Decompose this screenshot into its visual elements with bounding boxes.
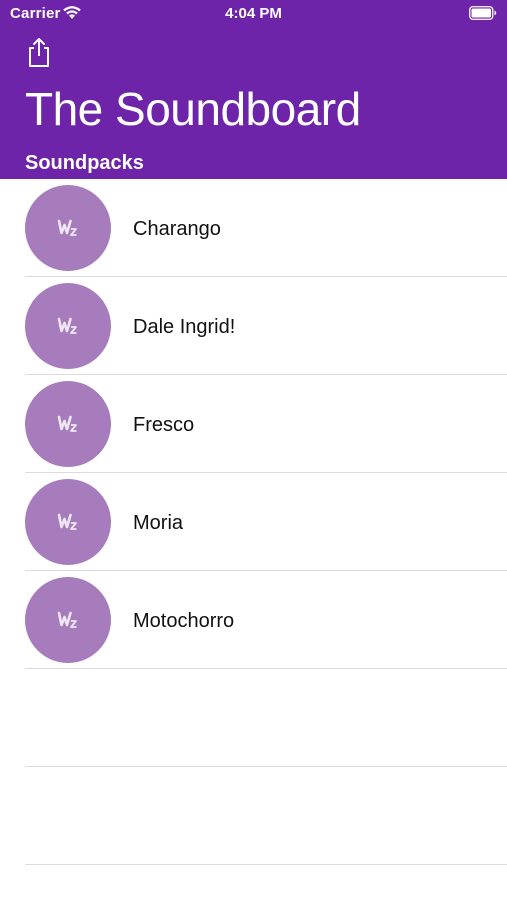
soundpack-name: Charango (133, 218, 221, 240)
avatar (25, 185, 111, 271)
wz-logo-icon (57, 611, 77, 628)
avatar (25, 283, 111, 369)
wz-logo-icon (57, 219, 77, 236)
soundboard-screen: Carrier 4:04 PM The Soundboard Soundpack… (0, 0, 507, 900)
avatar (25, 381, 111, 467)
divider (25, 864, 507, 865)
wz-logo-icon (57, 415, 77, 432)
soundpack-name: Moria (133, 512, 184, 534)
header: Carrier 4:04 PM The Soundboard Soundpack… (0, 0, 507, 179)
soundpack-name: Fresco (133, 414, 195, 436)
wz-logo-icon (57, 317, 77, 334)
avatar (25, 479, 111, 565)
battery-icon (469, 6, 497, 20)
soundpack-item-motochorro[interactable]: Motochorro (0, 571, 507, 669)
soundpack-name: Dale Ingrid! (133, 316, 236, 338)
status-bar: Carrier 4:04 PM (0, 0, 507, 30)
soundpack-item-moria[interactable]: Moria (0, 473, 507, 571)
section-title: Soundpacks (25, 152, 144, 174)
status-time: 4:04 PM (225, 5, 282, 22)
page-title: The Soundboard (25, 83, 361, 135)
share-button[interactable] (25, 36, 53, 68)
avatar (25, 577, 111, 663)
share-icon (29, 38, 49, 67)
soundpack-item-charango[interactable]: Charango (0, 179, 507, 277)
soundpack-name: Motochorro (133, 610, 235, 632)
soundpack-list: Charango Dale Ingrid! Fresco Moria Motoc… (0, 179, 507, 865)
soundpack-item-fresco[interactable]: Fresco (0, 375, 507, 473)
soundpack-item-dale-ingrid[interactable]: Dale Ingrid! (0, 277, 507, 375)
wz-logo-icon (57, 513, 77, 530)
empty-row (0, 669, 507, 767)
empty-row (0, 767, 507, 865)
